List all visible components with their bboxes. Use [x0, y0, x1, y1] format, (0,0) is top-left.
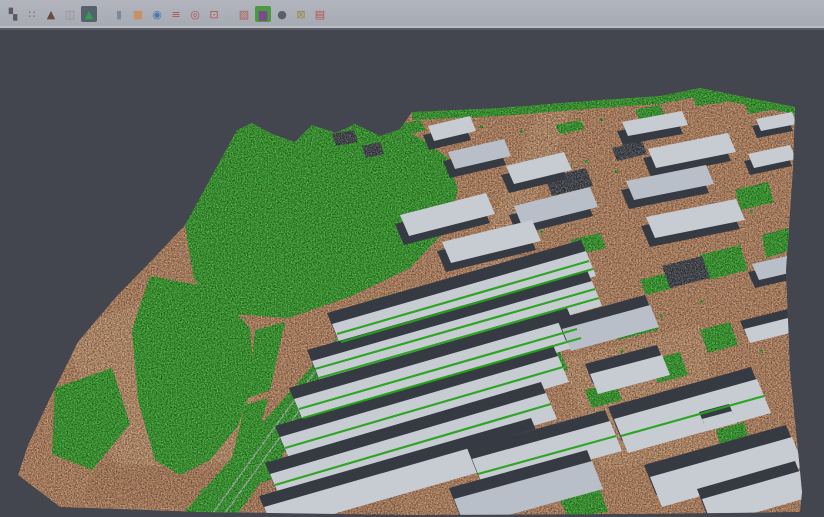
render-icon[interactable]: ● [274, 6, 290, 22]
flag-icon[interactable]: ▤ [312, 6, 328, 22]
points-icon[interactable]: ∷ [24, 6, 40, 22]
toolbar: ▚∷▲◫▲▮■◉≡◎⊡▨▆●⊠▤ [0, 0, 824, 30]
panel-icon[interactable]: ▮ [111, 6, 127, 22]
list-icon[interactable]: ≡ [168, 6, 184, 22]
snapshot-icon[interactable]: ◫ [62, 6, 78, 22]
ortho-icon[interactable]: ■ [130, 6, 146, 22]
terrain-mesh [0, 30, 824, 517]
extent-icon[interactable]: ⊡ [206, 6, 222, 22]
classify-icon[interactable]: ▆ [255, 6, 271, 22]
application-window: ▚∷▲◫▲▮■◉≡◎⊡▨▆●⊠▤ [0, 0, 824, 517]
clip-icon[interactable]: ▨ [236, 6, 252, 22]
cube-icon[interactable]: ▚ [5, 6, 21, 22]
terrain-icon[interactable]: ▲ [43, 6, 59, 22]
globe-icon[interactable]: ◉ [149, 6, 165, 22]
measure-icon[interactable]: ⊠ [293, 6, 309, 22]
viewport-3d[interactable] [0, 30, 824, 517]
target-icon[interactable]: ◎ [187, 6, 203, 22]
point-cloud-scene[interactable] [0, 30, 824, 517]
surface-icon[interactable]: ▲ [81, 6, 97, 22]
